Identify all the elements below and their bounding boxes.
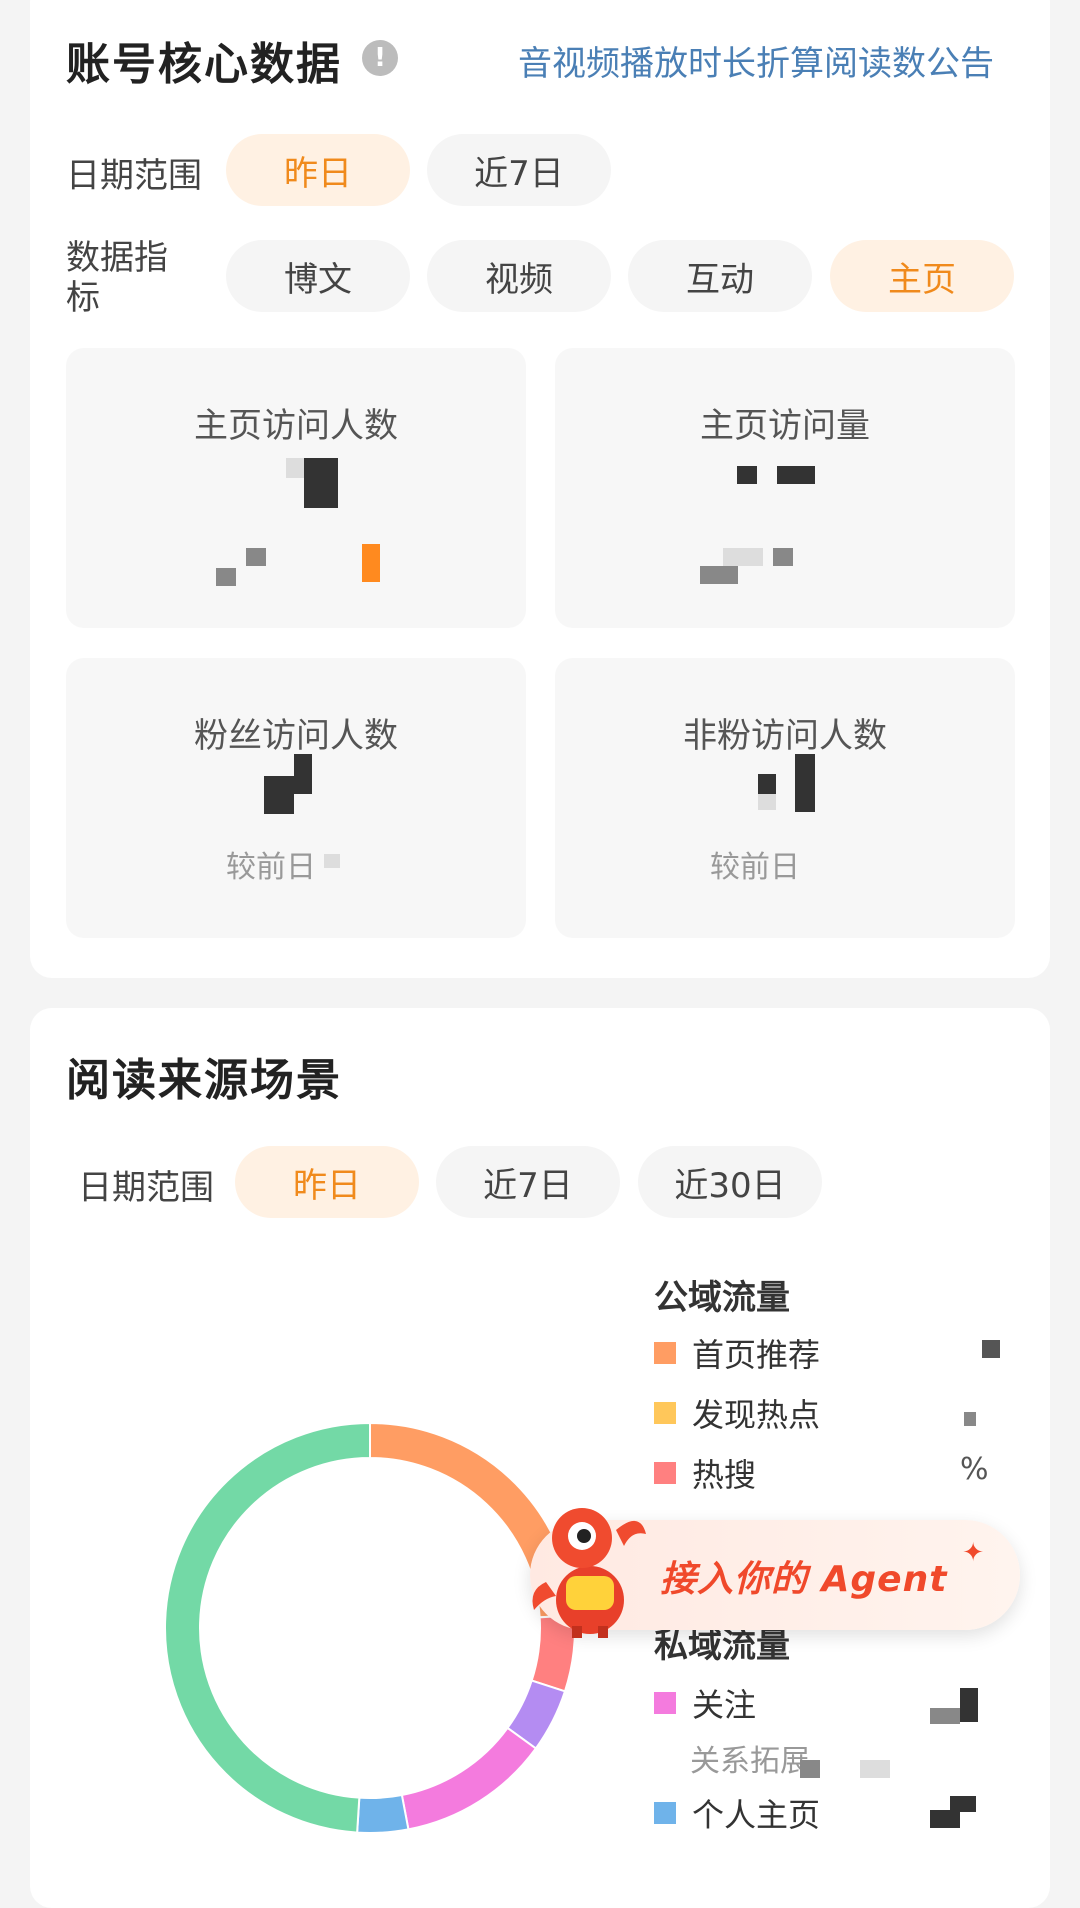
- redacted-change: [723, 548, 763, 566]
- sparkle-icon: ✦: [962, 1538, 984, 1568]
- donut-slice-3[interactable]: [400, 1726, 538, 1831]
- redacted-value: [930, 1810, 960, 1828]
- core-data-title: 账号核心数据: [66, 39, 342, 90]
- redacted-value: [860, 1760, 890, 1778]
- date-yesterday-pill[interactable]: 昨日: [226, 134, 410, 206]
- metric-label: 数据指标: [66, 238, 168, 318]
- legend-hot-search: 热搜: [654, 1450, 756, 1496]
- reading-source-title: 阅读来源场景: [66, 1055, 342, 1106]
- legend-discover-hot: 发现热点: [654, 1390, 820, 1436]
- metric-weibo-pill[interactable]: 博文: [226, 240, 410, 312]
- redacted-change: [773, 548, 793, 566]
- legend-label: 首页推荐: [692, 1336, 821, 1374]
- redacted-value: [964, 1412, 976, 1426]
- legend-personal-homepage: 个人主页: [654, 1790, 820, 1836]
- public-traffic-heading: 公域流量: [654, 1278, 790, 1318]
- stat-compare-label: 较前日: [710, 850, 800, 885]
- redacted-value: [795, 754, 815, 812]
- redacted-change: [246, 548, 266, 566]
- stat-label: 粉丝访问人数: [194, 716, 398, 756]
- redacted-value: [304, 458, 338, 508]
- date-7d-pill[interactable]: 近7日: [427, 134, 611, 206]
- legend-label: 关注: [692, 1686, 757, 1724]
- redacted-value: [960, 1688, 978, 1722]
- stat-homepage-views[interactable]: 主页访问量: [555, 348, 1015, 628]
- redacted-value: [758, 794, 776, 810]
- metric-homepage-pill[interactable]: 主页: [830, 240, 1014, 312]
- date-yesterday-pill[interactable]: 昨日: [235, 1146, 419, 1218]
- redacted-value: [294, 754, 312, 794]
- redacted-value: [264, 776, 294, 814]
- legend-sublabel: 关系拓展: [690, 1744, 810, 1779]
- donut-slice-5[interactable]: [164, 1421, 371, 1834]
- stat-homepage-visitors[interactable]: 主页访问人数: [66, 348, 526, 628]
- legend-swatch: [654, 1462, 676, 1484]
- reading-source-card: 阅读来源场景 日期范围 昨日 近7日 近30日 公域流量 首页推荐 发现热点 热…: [30, 1008, 1050, 1908]
- legend-follow: 关注: [654, 1680, 756, 1726]
- stat-compare-label: 较前日: [226, 850, 316, 885]
- stat-label: 主页访问人数: [194, 406, 398, 446]
- date-7d-pill[interactable]: 近7日: [436, 1146, 620, 1218]
- redacted-value: [982, 1340, 1000, 1358]
- notice-link[interactable]: 音视频播放时长折算阅读数公告: [518, 36, 994, 85]
- info-icon[interactable]: !: [362, 40, 398, 76]
- metric-video-pill[interactable]: 视频: [427, 240, 611, 312]
- redacted-change: [216, 568, 236, 586]
- redacted-value: [777, 466, 815, 484]
- date-range-label: 日期范围: [78, 1168, 214, 1208]
- lobster-mascot-icon[interactable]: [520, 1490, 660, 1640]
- stat-label: 非粉访问人数: [683, 716, 887, 756]
- redacted-change: [324, 854, 340, 868]
- legend-label: 热搜: [692, 1456, 757, 1494]
- legend-label: 发现热点: [692, 1396, 821, 1434]
- agent-badge-text: 接入你的 Agent: [660, 1559, 948, 1600]
- redacted-value: [758, 774, 776, 794]
- legend-swatch: [654, 1402, 676, 1424]
- date-30d-pill[interactable]: 近30日: [638, 1146, 822, 1218]
- redacted-value: [930, 1708, 960, 1724]
- legend-homepage-recommend: 首页推荐: [654, 1330, 820, 1376]
- redacted-value: [286, 458, 304, 478]
- legend-swatch: [654, 1802, 676, 1824]
- legend-swatch: [654, 1342, 676, 1364]
- stat-label: 主页访问量: [700, 406, 870, 446]
- donut-slice-4[interactable]: [356, 1793, 410, 1834]
- metric-interact-pill[interactable]: 互动: [628, 240, 812, 312]
- redacted-value: [737, 466, 757, 484]
- stat-nonfan-visitors[interactable]: 非粉访问人数 较前日: [555, 658, 1015, 938]
- redacted-value: [800, 1760, 820, 1778]
- legend-swatch: [654, 1692, 676, 1714]
- core-data-card: 账号核心数据 ! 音视频播放时长折算阅读数公告 日期范围 昨日 近7日 数据指标…: [30, 0, 1050, 978]
- legend-label: 个人主页: [692, 1796, 821, 1834]
- redacted-value: [950, 1796, 976, 1812]
- date-range-label: 日期范围: [66, 156, 202, 196]
- legend-value: %: [960, 1452, 989, 1487]
- redacted-change: [700, 566, 738, 584]
- trend-indicator: [362, 544, 380, 582]
- stat-fan-visitors[interactable]: 粉丝访问人数 较前日: [66, 658, 526, 938]
